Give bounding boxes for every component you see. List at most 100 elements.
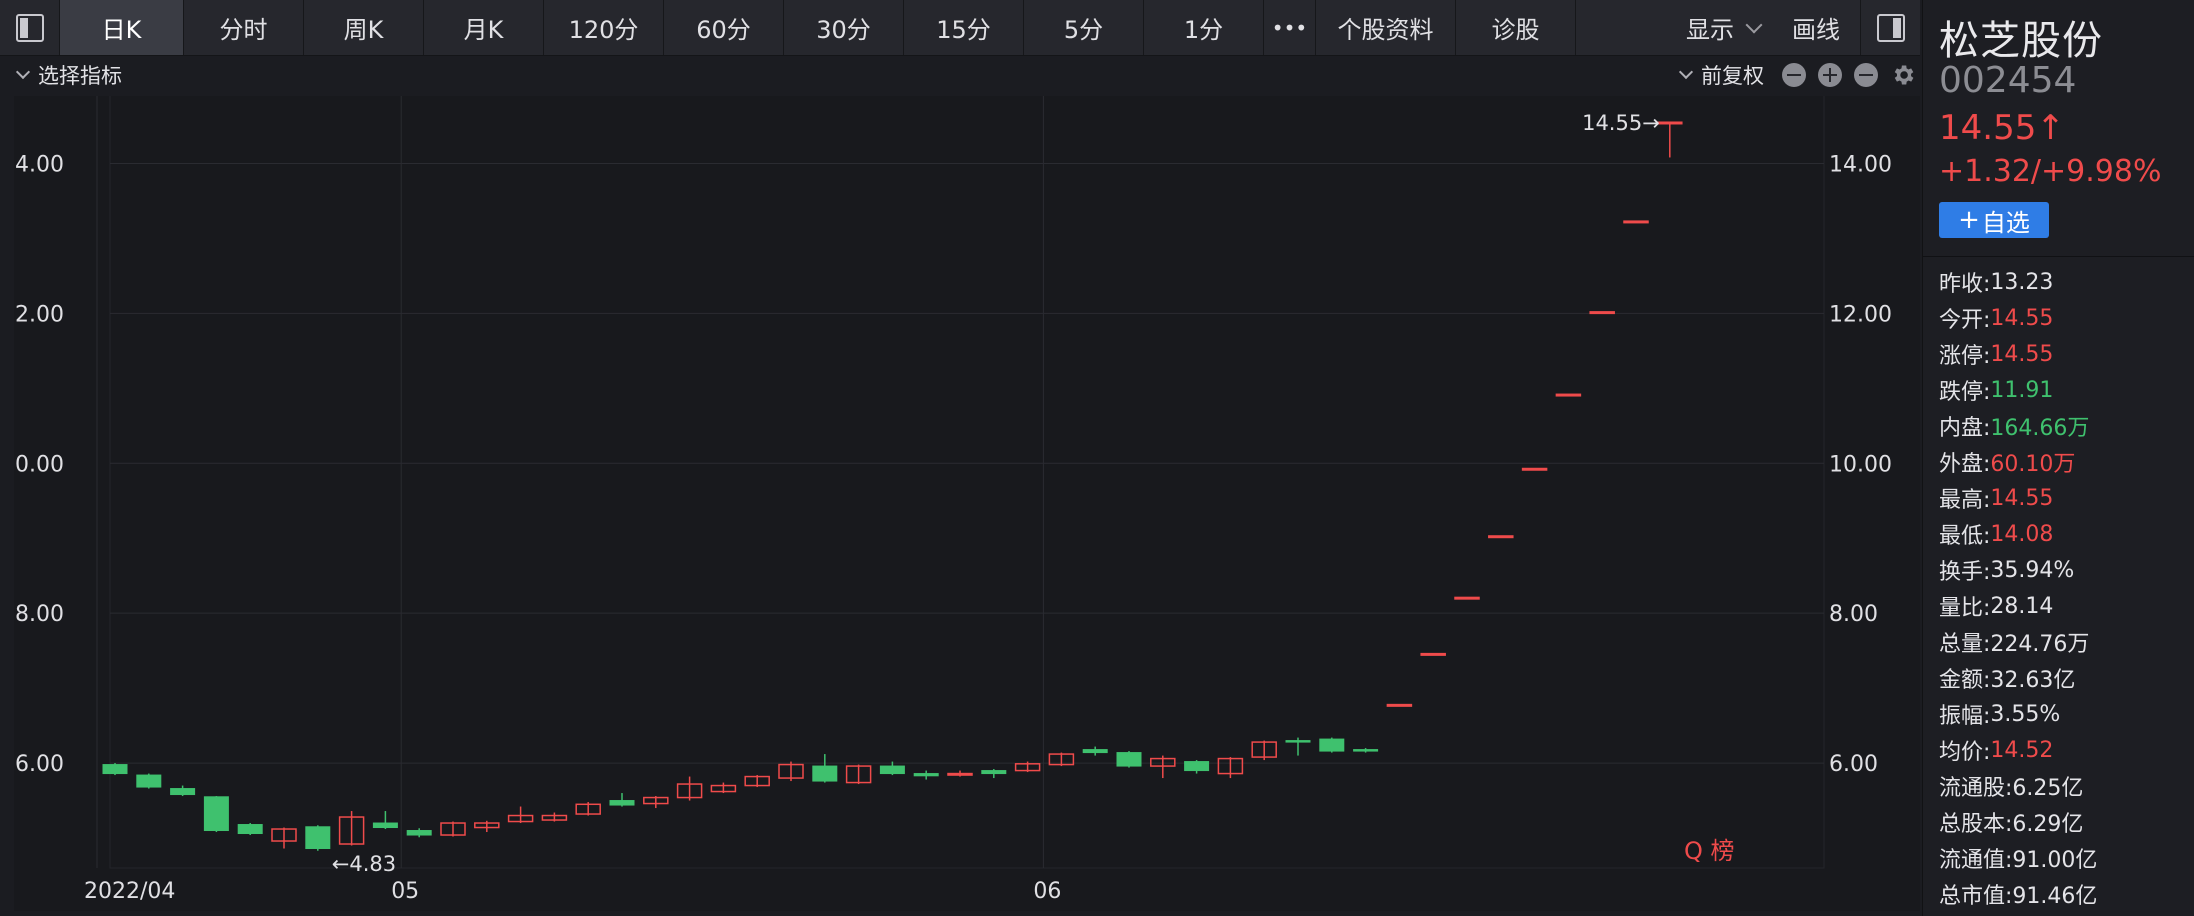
zoom-out-icon[interactable]: [1782, 63, 1806, 87]
tab-intraday[interactable]: 分时: [184, 0, 304, 55]
zoom-in-icon[interactable]: [1818, 63, 1842, 87]
left-panel-toggle[interactable]: [0, 0, 60, 55]
stat-value: 35.94%: [1990, 557, 2075, 583]
stat-value: 91.46亿: [2012, 884, 2098, 909]
candle-body: [1386, 703, 1413, 707]
candle-body: [1488, 535, 1514, 539]
stat-row: 流通股: 6.25亿: [1939, 768, 2097, 804]
kline-chart[interactable]: 14.00 14.00 12.00 12.00 10.00 10.00 8.00 8.00 6.…: [14, 96, 1920, 911]
candle-body: [1589, 311, 1615, 315]
divider: [1923, 256, 2194, 257]
stat-label: 金额:: [1939, 668, 1991, 693]
stat-row: 涨停: 14.55: [1939, 336, 2097, 372]
plot-frame: [109, 96, 1825, 869]
minimize-icon[interactable]: [1854, 63, 1878, 87]
tab-60min[interactable]: 60分: [664, 0, 784, 55]
tab-1min[interactable]: 1分: [1144, 0, 1264, 55]
display-label: 显示: [1686, 16, 1734, 44]
y-tick-label-right: 6.00: [1829, 752, 1878, 777]
draw-line-button[interactable]: 画线: [1776, 0, 1860, 55]
candle-body: [203, 796, 229, 832]
rank-watermark: Q 榜: [1684, 837, 1735, 865]
candle-body: [1116, 752, 1142, 767]
chevron-down-icon: [15, 64, 31, 80]
chevron-down-icon: [1678, 64, 1694, 80]
gear-icon[interactable]: [1890, 62, 1916, 88]
tab-month-k[interactable]: 月K: [424, 0, 544, 55]
add-to-watchlist-label: 自选: [1981, 208, 2030, 237]
chart-subbar: 选择指标 前复权: [14, 56, 1920, 94]
candle-body: [1623, 220, 1649, 224]
tab-stock-profile[interactable]: 个股资料: [1316, 0, 1456, 55]
tab-30min[interactable]: 30分: [784, 0, 904, 55]
candle-body: [947, 772, 973, 776]
stat-row: 外盘: 60.10万: [1939, 444, 2097, 480]
stat-label: 昨收:: [1939, 272, 1991, 297]
display-dropdown[interactable]: 显示: [1670, 0, 1776, 55]
candle-body: [981, 770, 1007, 775]
add-to-watchlist-button[interactable]: + 自选: [1939, 202, 2049, 238]
stat-label: 跌停:: [1939, 380, 1991, 405]
stat-label: 今开:: [1939, 308, 1991, 333]
stat-value: 11.91: [1990, 377, 2054, 403]
candle-body: [406, 830, 432, 836]
stock-code: 002454: [1939, 60, 2077, 101]
more-periods-button[interactable]: •••: [1264, 0, 1316, 55]
right-panel-icon: [1876, 13, 1905, 42]
stat-label: 流通股:: [1939, 776, 2013, 801]
candle-body: [609, 800, 635, 806]
x-tick-label: 2022/04: [84, 879, 175, 904]
stat-row: 流通值: 91.00亿: [1939, 840, 2097, 876]
y-tick-label-right: 14.00: [1829, 152, 1892, 177]
plus-icon: +: [1958, 205, 1980, 235]
stat-label: 振幅:: [1939, 704, 1991, 729]
candle-body: [1082, 749, 1108, 754]
tab-15min[interactable]: 15分: [904, 0, 1024, 55]
stat-row: 今开: 14.55: [1939, 300, 2097, 336]
stat-label: 均价:: [1939, 740, 1991, 765]
candle-body: [1319, 738, 1345, 752]
stock-info-panel: 松芝股份 002454 14.55↑ +1.32/+9.98% + 自选 昨收:…: [1922, 0, 2194, 916]
y-tick-label-left: 6.00: [15, 752, 64, 777]
stat-label: 涨停:: [1939, 344, 1991, 369]
stat-row: 最低: 14.08: [1939, 516, 2097, 552]
stat-label: 总量:: [1939, 632, 1991, 657]
indicator-select[interactable]: 选择指标: [14, 60, 122, 90]
stat-row: 内盘: 164.66万: [1939, 408, 2097, 444]
right-panel-toggle[interactable]: [1860, 0, 1920, 55]
draw-line-label: 画线: [1792, 16, 1840, 44]
stat-label: 内盘:: [1939, 416, 1991, 441]
price-adjust-select[interactable]: 前复权: [1677, 60, 1764, 90]
candle-body: [1353, 749, 1379, 752]
stat-row: 量比: 28.14: [1939, 588, 2097, 624]
candle-body: [372, 822, 398, 829]
tab-120min[interactable]: 120分: [544, 0, 664, 55]
candle-body: [1657, 121, 1683, 125]
stat-value: 14.55: [1990, 485, 2054, 511]
y-tick-label-left: 12.00: [14, 302, 64, 327]
stat-row: 最高: 14.55: [1939, 480, 2097, 516]
candle-body: [879, 765, 905, 775]
tab-diagnosis[interactable]: 诊股: [1456, 0, 1576, 55]
stat-value: 91.00亿: [2012, 848, 2098, 873]
stat-row: 金额: 32.63亿: [1939, 660, 2097, 696]
stat-value: 14.55: [1990, 305, 2054, 331]
tab-5min[interactable]: 5分: [1024, 0, 1144, 55]
tab-week-k[interactable]: 周K: [304, 0, 424, 55]
stat-label: 外盘:: [1939, 452, 1991, 477]
candle-body: [170, 788, 196, 796]
candle-body: [136, 774, 162, 788]
stat-row: 总股本: 6.29亿: [1939, 804, 2097, 840]
stat-value: 14.55: [1990, 341, 2054, 367]
stat-label: 最低:: [1939, 524, 1991, 549]
kline-chart-area[interactable]: 14.00 14.00 12.00 12.00 10.00 10.00 8.00 8.00 6.…: [14, 96, 1920, 911]
tab-day-k[interactable]: 日K: [60, 0, 184, 55]
y-tick-label-left: 8.00: [15, 602, 64, 627]
y-tick-label-left: 14.00: [14, 152, 64, 177]
candle-body: [305, 826, 331, 850]
x-tick-label: 06: [1033, 879, 1061, 904]
stat-label: 流通值:: [1939, 848, 2013, 873]
stat-row: 换手: 35.94%: [1939, 552, 2097, 588]
indicator-select-label: 选择指标: [38, 64, 122, 88]
